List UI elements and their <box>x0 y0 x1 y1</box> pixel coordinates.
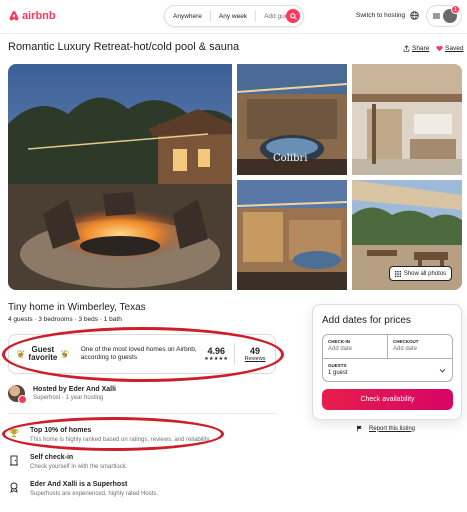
host-row: Hosted by Eder And Xalli Superhost · 1 y… <box>8 385 116 404</box>
sauna-photo[interactable] <box>237 180 347 290</box>
hamburger-icon <box>433 13 440 19</box>
share-label: Share <box>412 45 430 52</box>
guests-select[interactable]: GUESTS 1 guest <box>323 358 452 382</box>
highlight-self-checkin: Self check-in Check yourself in with the… <box>8 454 127 470</box>
home-type-heading: Tiny home in Wimberley, Texas <box>8 302 146 313</box>
rating-stars-icon: ★★★★★ <box>204 356 229 362</box>
medal-icon <box>8 481 20 493</box>
checkout-label: CHECKOUT <box>393 339 419 344</box>
reviews-link[interactable]: Reviews <box>235 356 275 362</box>
main-photo[interactable] <box>8 64 232 290</box>
checkin-value: Add date <box>328 346 353 352</box>
rating-value: 4.96 <box>207 346 225 356</box>
highlight-title: Eder And Xalli is a Superhost <box>30 481 128 488</box>
user-menu-button[interactable]: 1 <box>426 5 462 27</box>
date-guest-picker: CHECK-IN Add date CHECKOUT Add date GUES… <box>322 334 453 382</box>
avatar: 1 <box>443 5 460 23</box>
check-availability-button[interactable]: Check availability <box>322 389 453 410</box>
show-all-photos-button[interactable]: Show all photos <box>389 266 452 281</box>
heart-icon <box>436 46 443 52</box>
host-subtitle: Superhost · 1 year hosting <box>33 395 104 401</box>
grid-icon <box>394 270 401 277</box>
top-nav: airbnb Anywhere Any week Add guests Swit… <box>0 0 467 34</box>
sauna-photo-image <box>237 180 347 290</box>
search-icon <box>289 12 297 20</box>
photo-caption: Colibri <box>273 153 308 164</box>
interior-photo[interactable] <box>352 64 462 175</box>
report-label: Report this listing <box>369 425 416 432</box>
chevron-down-icon <box>439 369 446 373</box>
highlight-subtitle: Check yourself in with the smartlock. <box>30 464 128 470</box>
guests-value: 1 guest <box>328 370 348 376</box>
save-button[interactable]: Saved <box>436 45 463 52</box>
fire-pit-photo <box>8 64 232 290</box>
guest-favorite-description: One of the most loved homes on Airbnb, a… <box>80 345 197 362</box>
search-any-week[interactable]: Any week <box>211 10 257 22</box>
pool-photo[interactable]: Colibri <box>237 64 347 175</box>
home-specs: 4 guests · 3 bedrooms · 3 beds · 1 bath <box>8 316 122 323</box>
host-name: Hosted by Eder And Xalli <box>33 386 116 393</box>
checkin-label: CHECK-IN <box>328 339 350 344</box>
report-listing-link[interactable]: Report this listing <box>356 425 415 432</box>
guest-favorite-label: Guest favorite <box>28 345 58 363</box>
flag-icon <box>357 425 362 432</box>
photo-gallery: Colibri <box>8 64 462 290</box>
share-button[interactable]: Share <box>403 45 429 52</box>
highlight-subtitle: Superhosts are experienced, highly rated… <box>30 491 159 497</box>
badge-line-2: favorite <box>28 353 58 362</box>
host-avatar[interactable] <box>8 385 27 404</box>
checkin-field[interactable]: CHECK-IN Add date <box>323 335 388 358</box>
show-all-label: Show all photos <box>403 270 447 277</box>
airbnb-logo-icon <box>9 11 19 21</box>
search-bar[interactable]: Anywhere Any week Add guests <box>164 5 304 27</box>
highlight-top-homes: Top 10% of homes This home is highly ran… <box>8 427 211 443</box>
reviews-count: 49 <box>250 346 261 356</box>
rating-block: 4.96 ★★★★★ <box>198 346 234 362</box>
reviews-block[interactable]: 49 Reviews <box>235 346 275 362</box>
checkout-value: Add date <box>393 346 418 352</box>
door-icon <box>8 454 20 466</box>
search-button[interactable] <box>286 9 300 23</box>
airbnb-logo[interactable]: airbnb <box>8 10 56 22</box>
highlight-title: Self check-in <box>30 454 74 461</box>
highlight-subtitle: This home is highly ranked based on rati… <box>30 437 211 443</box>
interior-photo-image <box>352 64 462 175</box>
guests-label: GUESTS <box>328 363 347 368</box>
saved-label: Saved <box>445 45 464 52</box>
checkout-field[interactable]: CHECKOUT Add date <box>388 335 453 358</box>
notification-badge: 1 <box>451 5 460 14</box>
trophy-icon <box>8 427 20 439</box>
globe-icon[interactable] <box>410 11 419 20</box>
logo-text: airbnb <box>22 10 56 22</box>
laurel-left-icon: ❦ <box>16 348 26 361</box>
guest-favorite-card[interactable]: ❦ Guest favorite ❦ One of the most loved… <box>8 334 276 374</box>
switch-to-hosting-link[interactable]: Switch to hosting <box>356 12 405 19</box>
booking-title: Add dates for prices <box>322 315 411 326</box>
page-title: Romantic Luxury Retreat-hot/cold pool & … <box>8 41 240 53</box>
search-anywhere[interactable]: Anywhere <box>165 10 211 22</box>
highlight-title: Top 10% of homes <box>30 427 92 434</box>
guest-favorite-badge: ❦ Guest favorite ❦ <box>9 345 77 363</box>
highlight-superhost: Eder And Xalli is a Superhost Superhosts… <box>8 481 158 497</box>
section-divider <box>8 413 276 414</box>
share-icon <box>403 45 410 52</box>
laurel-right-icon: ❦ <box>60 348 70 361</box>
booking-card: Add dates for prices CHECK-IN Add date C… <box>312 304 462 420</box>
